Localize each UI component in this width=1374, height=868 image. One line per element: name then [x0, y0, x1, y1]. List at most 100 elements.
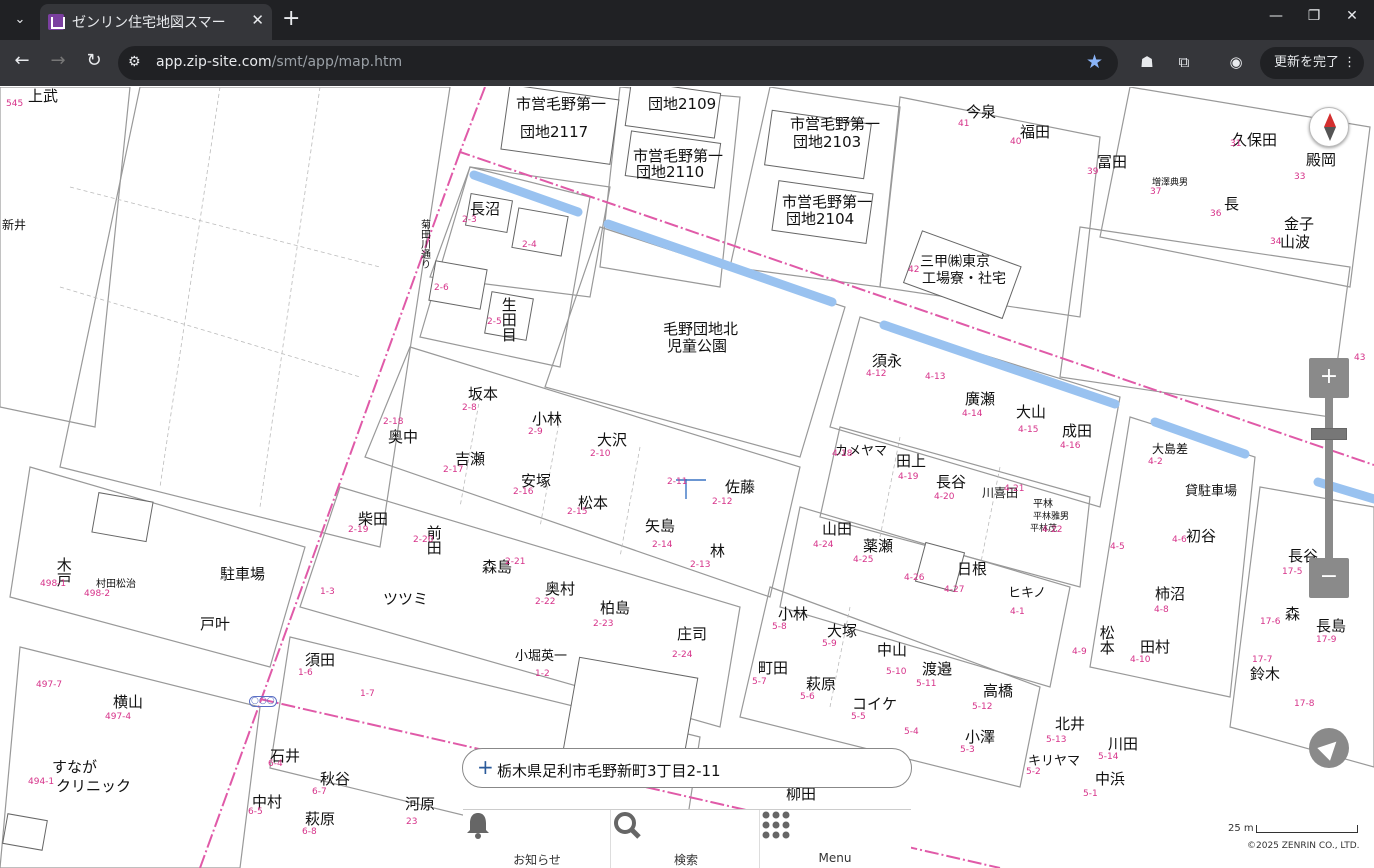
reload-button[interactable]: ↻: [80, 50, 108, 71]
lot-number: 5-2: [1026, 767, 1041, 777]
zoom-in-button[interactable]: +: [1309, 358, 1349, 398]
lot-number: 2-14: [652, 540, 673, 550]
lot-number: 2-11: [667, 477, 688, 487]
map-label: 萩原: [305, 810, 336, 828]
map-label: 柳田: [786, 785, 817, 803]
lot-number: 6-5: [248, 807, 263, 817]
maximize-button[interactable]: ❐: [1300, 8, 1328, 24]
notice-label: お知らせ: [513, 853, 561, 867]
lot-number: 4-27: [944, 585, 965, 595]
map-marker: ○○○: [249, 696, 277, 708]
tab-title: ゼンリン住宅地図スマー: [72, 15, 226, 31]
map-label: 児童公園: [667, 337, 728, 355]
map-label: 薬瀬: [863, 537, 894, 555]
map-label: 鈴木: [1250, 665, 1281, 683]
address-text: 栃木県足利市毛野新町3丁目2-11: [497, 762, 721, 780]
map-label: 秋谷: [320, 770, 351, 788]
address-bar[interactable]: ⚙ app.zip-site.com/smt/app/map.htm ★: [118, 46, 1118, 80]
puzzle-icon[interactable]: ⧉: [1174, 53, 1194, 73]
browser-toolbar: ← → ↻ ⚙ app.zip-site.com/smt/app/map.htm…: [0, 40, 1374, 86]
map-label: 福田: [1020, 123, 1051, 141]
map-label: 三甲㈱東京: [920, 254, 990, 270]
lot-number: 4-12: [866, 369, 887, 379]
menu-button[interactable]: Menu: [761, 810, 909, 868]
browser-tab-bar: ⌄ ゼンリン住宅地図スマー ✕ + — ❐ ✕: [0, 0, 1374, 40]
lot-number: 2-8: [462, 403, 477, 413]
lot-number: 498-2: [84, 589, 111, 599]
building-label: 市営毛野第一: [516, 95, 607, 113]
bookmark-star-icon[interactable]: ★: [1086, 51, 1103, 73]
lot-number: 2-13: [690, 560, 711, 570]
lot-number: 5-3: [960, 745, 975, 755]
map-label: 初谷: [1186, 527, 1217, 545]
extension-icon[interactable]: ☗: [1137, 53, 1157, 73]
lot-number: 37: [1150, 187, 1162, 197]
back-button[interactable]: ←: [8, 50, 36, 71]
lot-number: 2-10: [590, 449, 611, 459]
search-label: 検索: [673, 853, 698, 867]
browser-tab[interactable]: ゼンリン住宅地図スマー ✕: [40, 4, 272, 40]
map-label: 川田: [1108, 735, 1139, 753]
lot-number: 17-9: [1316, 635, 1337, 645]
map-label: 須田: [305, 651, 336, 669]
lot-number: 4-6: [1172, 535, 1187, 545]
zoom-slider-track[interactable]: [1325, 398, 1333, 558]
lot-number: 34: [1270, 237, 1282, 247]
lot-number: 2-17: [443, 465, 464, 475]
lot-number: 2-5: [487, 317, 502, 327]
notice-button[interactable]: お知らせ: [463, 810, 611, 868]
lot-number: 2-23: [593, 619, 614, 629]
map-label: 柿沼: [1155, 585, 1186, 603]
map-label: 金子: [1284, 215, 1315, 233]
building-label: 団地2110: [636, 163, 705, 181]
building-label: 市営毛野第一: [782, 193, 873, 211]
map-label: 小堀英一: [515, 649, 568, 664]
lot-number: 2-18: [383, 417, 404, 427]
update-button[interactable]: 更新を完了 ⋮: [1260, 47, 1364, 79]
map-label: 毛野団地北: [663, 320, 739, 338]
zoom-slider-thumb[interactable]: [1311, 428, 1347, 440]
tab-search-button[interactable]: ⌄: [6, 8, 34, 32]
map-label: 萩原: [806, 675, 837, 693]
map-label: 大山: [1016, 403, 1047, 421]
profile-icon[interactable]: ◉: [1226, 53, 1246, 73]
lot-number: 42: [908, 265, 920, 275]
lot-number: 545: [6, 99, 24, 109]
lot-number: 6-4: [268, 759, 283, 769]
lot-number: 5-13: [1046, 735, 1067, 745]
search-button[interactable]: 検索: [612, 810, 760, 868]
forward-button[interactable]: →: [44, 50, 72, 71]
bottom-navigation: お知らせ 検索 Menu: [463, 809, 911, 868]
lot-number: 2-21: [505, 557, 526, 567]
lot-number: 4-26: [904, 573, 925, 583]
close-icon[interactable]: ✕: [251, 11, 264, 29]
map-label: 工場寮・社宅: [922, 271, 1006, 287]
crosshair-icon: +: [477, 755, 494, 779]
lot-number: 1-3: [320, 587, 335, 597]
map-label: 今泉: [966, 103, 997, 121]
close-window-button[interactable]: ✕: [1338, 8, 1366, 24]
site-info-icon[interactable]: ⚙: [128, 54, 141, 70]
map-label: 貸駐車場: [1185, 484, 1238, 499]
lot-number: 497-7: [36, 680, 63, 690]
map-label: 山田: [822, 520, 853, 538]
new-tab-button[interactable]: +: [282, 6, 300, 31]
lot-number: 23: [406, 817, 418, 827]
lot-number: 4-16: [1060, 441, 1081, 451]
lot-number: 5-4: [904, 727, 919, 737]
building-label: 団地2117: [520, 123, 589, 141]
map-label: 奥村: [545, 580, 576, 598]
lot-number: 4-20: [934, 492, 955, 502]
minimize-button[interactable]: —: [1262, 8, 1290, 24]
zoom-out-button[interactable]: −: [1309, 558, 1349, 598]
lot-number: 497-4: [105, 712, 132, 722]
lot-number: 5-14: [1098, 752, 1119, 762]
lot-number: 36: [1210, 209, 1222, 219]
current-location-button[interactable]: [1309, 728, 1349, 768]
address-display[interactable]: + 栃木県足利市毛野新町3丁目2-11: [462, 748, 912, 788]
compass-button[interactable]: [1309, 107, 1349, 147]
map-view[interactable]: 上武 新井 長沼 生田目 毛野団地北 児童公園 坂本 小林 大沢 奥中 吉瀬 安…: [0, 87, 1374, 868]
lot-number: 6-7: [312, 787, 327, 797]
lot-number: 4-24: [813, 540, 834, 550]
map-label: 田上: [896, 452, 927, 470]
